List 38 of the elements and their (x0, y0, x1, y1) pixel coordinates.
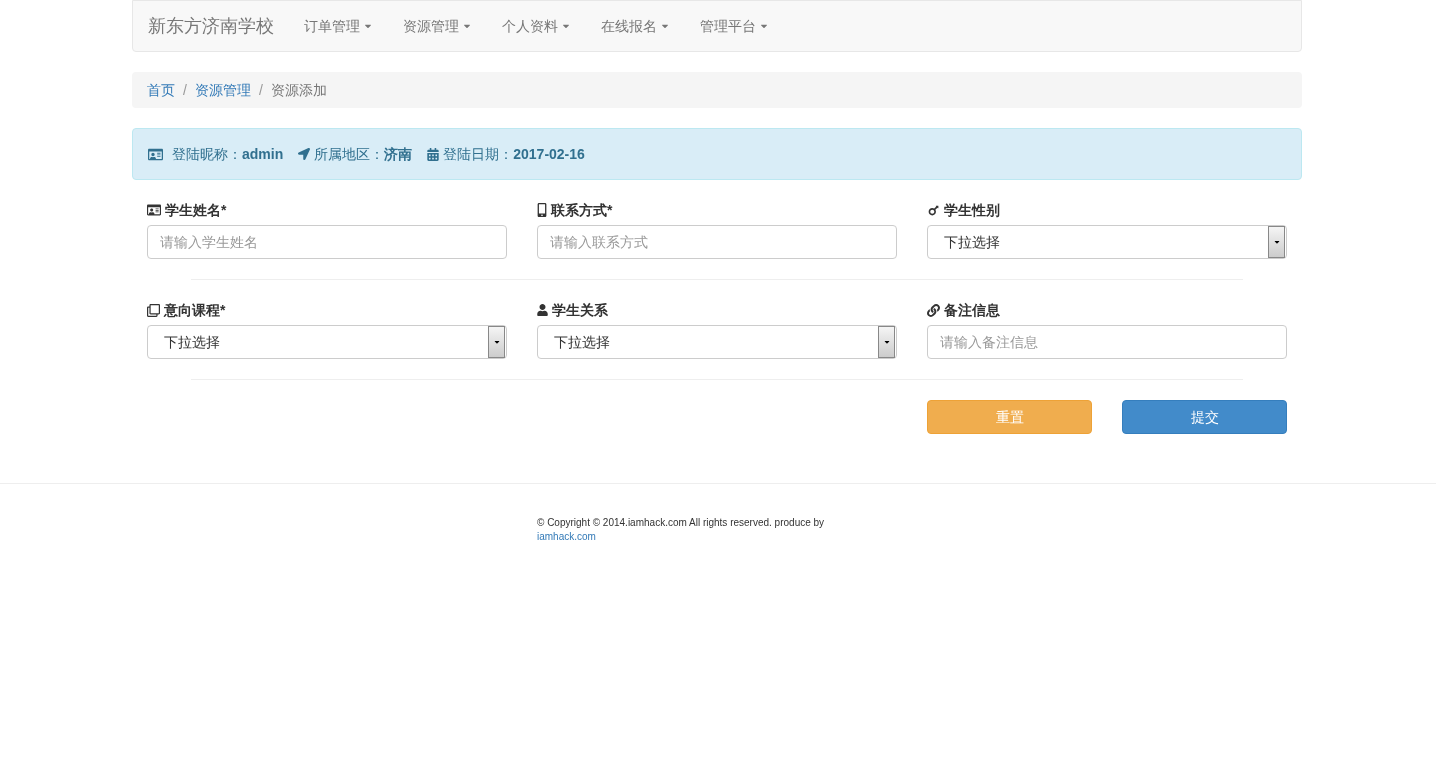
field-label: 联系方式* (551, 200, 613, 220)
text-field[interactable]: 请输入备注信息 (927, 325, 1287, 359)
phone-icon (537, 203, 547, 217)
id-card-icon (147, 203, 161, 217)
breadcrumb-separator: / (257, 80, 264, 100)
submit-button[interactable]: 提交 (1122, 400, 1287, 434)
copyright-text: © Copyright © 2014.iamhack.com All rights reserved. produce by (537, 517, 825, 528)
info-text: 登陆昵称：admin (172, 144, 284, 164)
breadcrumb-link[interactable]: 首页 (147, 79, 175, 101)
field-label: 学生性别 (944, 200, 1000, 220)
nav-dropdown[interactable]: 资源管理 (388, 15, 487, 37)
location-arrow-icon (298, 148, 311, 160)
info-text: 登陆日期：2017-02-16 (443, 144, 585, 164)
user-icon (537, 304, 548, 316)
select-field[interactable]: 下拉选择 (147, 325, 507, 359)
field-label: 备注信息 (944, 300, 1000, 320)
text-field[interactable]: 请输入联系方式 (537, 225, 897, 259)
id-card-icon (148, 146, 163, 162)
breadcrumb-separator: / (182, 80, 188, 100)
select-field[interactable]: 下拉选择 (927, 225, 1287, 259)
field-label: 意向课程* (164, 300, 226, 320)
link-icon (927, 303, 940, 317)
text-field[interactable]: 请输入学生姓名 (147, 225, 507, 259)
field-label: 学生姓名* (165, 200, 227, 220)
field-label: 学生关系 (552, 300, 608, 320)
info-text: 所属地区：济南 (314, 144, 413, 164)
calendar-icon (427, 147, 440, 161)
breadcrumb-link[interactable]: 资源管理 (194, 79, 251, 101)
brand-title[interactable]: 新东方济南学校 (148, 12, 274, 40)
nav-dropdown[interactable]: 订单管理 (289, 15, 388, 37)
male-icon (927, 203, 940, 217)
nav-dropdown[interactable]: 在线报名 (586, 15, 685, 37)
copy-icon (147, 303, 160, 317)
breadcrumb-current: 资源添加 (270, 80, 327, 100)
select-field[interactable]: 下拉选择 (537, 325, 897, 359)
nav-dropdown[interactable]: 管理平台 (685, 15, 784, 37)
footer-link[interactable]: iamhack.com (537, 531, 596, 542)
nav-dropdown[interactable]: 个人资料 (487, 15, 586, 37)
